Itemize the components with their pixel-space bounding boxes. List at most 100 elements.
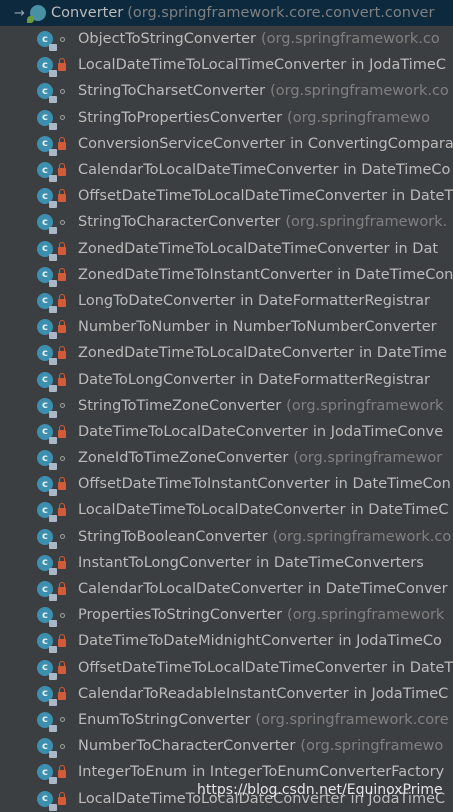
list-item[interactable]: c ZonedDateTimeToLocalDateTimeConverter in… xyxy=(0,236,453,262)
private-lock-icon xyxy=(53,136,71,150)
list-item[interactable]: c PropertiesToStringConverter (org.springf… xyxy=(0,602,453,628)
class-name: LongToDateConverter xyxy=(78,292,236,309)
class-icon: c xyxy=(37,790,57,811)
package-visibility-icon xyxy=(53,743,71,749)
package-name: (org.springframewo xyxy=(300,738,444,755)
class-name: ConversionServiceConverter xyxy=(78,135,286,152)
enclosing-class: in NumberToNumberConverter xyxy=(214,319,437,336)
list-item[interactable]: c OffsetDateTimeToLocalDateTimeConverter i… xyxy=(0,183,453,209)
list-item[interactable]: c DateTimeToLocalDateConverter in JodaTime… xyxy=(0,419,453,445)
package-visibility-icon xyxy=(53,455,71,461)
enclosing-class: in DateFormatterRegistrar xyxy=(240,371,431,388)
list-item[interactable]: c DateToLongConverter in DateFormatterRegi… xyxy=(0,366,453,392)
class-icon: c xyxy=(37,266,57,287)
class-icon: c xyxy=(37,188,57,209)
list-item[interactable]: c OffsetDateTimeToInstantConverter in Date… xyxy=(0,471,453,497)
class-name: LocalDateTimeToLocalDateConverter xyxy=(78,502,346,519)
list-item[interactable]: c LocalDateTimeToLocalDateConverter in Dat… xyxy=(0,497,453,523)
list-item[interactable]: c CalendarToLocalDateTimeConverter in Date… xyxy=(0,157,453,183)
package-name: (org.springframework. xyxy=(285,214,448,231)
list-item[interactable]: c LongToDateConverter in DateFormatterRegi… xyxy=(0,288,453,314)
list-item[interactable]: c InstantToLongConverter in DateTimeConver… xyxy=(0,550,453,576)
private-lock-icon xyxy=(53,634,71,648)
list-item[interactable]: c StringToCharsetConverter (org.springfram… xyxy=(0,78,453,104)
implementations-list: c ObjectToStringConverter (org.springframe… xyxy=(0,26,453,812)
private-lock-icon xyxy=(53,503,71,517)
package-name: (org.springframework.co xyxy=(260,31,440,48)
tree-root-row[interactable]: → Converter (org.springframework.core.co… xyxy=(0,0,453,26)
class-name: CalendarToLocalDateConverter xyxy=(78,581,303,598)
private-lock-icon xyxy=(53,293,71,307)
list-item[interactable]: c StringToTimeZoneConverter (org.springfra… xyxy=(0,393,453,419)
class-icon: c xyxy=(37,423,57,444)
enclosing-class: in DateTime xyxy=(391,188,453,205)
list-item[interactable]: c StringToBooleanConverter (org.springfram… xyxy=(0,524,453,550)
class-icon: c xyxy=(37,659,57,680)
list-item[interactable]: c OffsetDateTimeToLocalDateTimeConverter i… xyxy=(0,655,453,681)
package-visibility-icon xyxy=(53,36,71,42)
class-icon: c xyxy=(37,738,57,759)
class-name: CalendarToLocalDateTimeConverter xyxy=(78,162,339,179)
enclosing-class: in JodaTimeC xyxy=(351,57,446,74)
package-name: (org.springframework.co xyxy=(270,83,449,100)
private-lock-icon xyxy=(53,686,71,700)
private-lock-icon xyxy=(53,320,71,334)
class-icon: c xyxy=(37,371,57,392)
private-lock-icon xyxy=(53,791,71,805)
class-icon: c xyxy=(37,240,57,261)
list-item[interactable]: c StringToCharacterConverter (org.springfr… xyxy=(0,209,453,235)
private-lock-icon xyxy=(53,424,71,438)
root-package-name: (org.springframework.core.convert.conver xyxy=(127,5,435,21)
private-lock-icon xyxy=(53,477,71,491)
class-icon: c xyxy=(37,214,57,235)
watermark-text: https://blog.csdn.net/EquinoxPrime xyxy=(197,782,443,798)
class-icon: c xyxy=(37,607,57,628)
class-icon: c xyxy=(37,31,57,52)
package-visibility-icon xyxy=(53,88,71,94)
package-name: (org.springframework.co xyxy=(272,528,452,545)
package-visibility-icon xyxy=(53,115,71,121)
package-name: (org.springframework xyxy=(287,607,445,624)
private-lock-icon xyxy=(53,346,71,360)
package-visibility-icon xyxy=(53,717,71,723)
class-icon: c xyxy=(37,685,57,706)
enclosing-class: in ConvertingCompara xyxy=(290,135,453,152)
list-item[interactable]: c EnumToStringConverter (org.springframewo… xyxy=(0,707,453,733)
list-item[interactable]: c CalendarToLocalDateConverter in DateTime… xyxy=(0,576,453,602)
enclosing-class: in JodaTimeCo xyxy=(338,633,442,650)
list-item[interactable]: c CalendarToReadableInstantConverter in Jo… xyxy=(0,681,453,707)
private-lock-icon xyxy=(53,241,71,255)
class-name: StringToCharsetConverter xyxy=(78,83,266,100)
list-item[interactable]: c StringToPropertiesConverter (org.springf… xyxy=(0,105,453,131)
class-icon: c xyxy=(37,711,57,732)
class-icon: c xyxy=(37,162,57,183)
class-name: EnumToStringConverter xyxy=(78,711,251,728)
private-lock-icon xyxy=(53,555,71,569)
list-item[interactable]: c DateTimeToDateMidnightConverter in JodaT… xyxy=(0,628,453,654)
list-item[interactable]: c ConversionServiceConverter in Converting… xyxy=(0,131,453,157)
class-name: InstantToLongConverter xyxy=(78,554,252,571)
interface-icon xyxy=(27,5,46,23)
list-item[interactable]: c NumberToCharacterConverter (org.springfr… xyxy=(0,733,453,759)
list-item[interactable]: c ObjectToStringConverter (org.springframe… xyxy=(0,26,453,52)
list-item[interactable]: c LocalDateTimeToLocalTimeConverter in Jod… xyxy=(0,52,453,78)
private-lock-icon xyxy=(53,372,71,386)
list-item[interactable]: c ZonedDateTimeToInstantConverter in DateT… xyxy=(0,262,453,288)
class-name: NumberToNumber xyxy=(78,319,210,336)
class-name: DateToLongConverter xyxy=(78,371,236,388)
class-icon: c xyxy=(37,83,57,104)
class-name: OffsetDateTimeToLocalDateTimeConverter xyxy=(78,188,387,205)
package-name: (org.springframewo xyxy=(287,109,430,126)
class-name: DateTimeToDateMidnightConverter xyxy=(78,633,334,650)
class-icon: c xyxy=(37,397,57,418)
class-icon: c xyxy=(37,135,57,156)
list-item[interactable]: c NumberToNumber in NumberToNumberConverte… xyxy=(0,314,453,340)
class-icon: c xyxy=(37,764,57,785)
private-lock-icon xyxy=(53,267,71,281)
class-name: LocalDateTimeToLocalTimeConverter xyxy=(78,57,347,74)
hierarchy-tree: → Converter (org.springframework.core.co… xyxy=(0,0,453,812)
list-item[interactable]: c ZonedDateTimeToLocalDateConverter in Dat… xyxy=(0,340,453,366)
package-visibility-icon xyxy=(53,612,71,618)
list-item[interactable]: c ZoneIdToTimeZoneConverter (org.springfra… xyxy=(0,445,453,471)
class-name: StringToBooleanConverter xyxy=(78,528,268,545)
